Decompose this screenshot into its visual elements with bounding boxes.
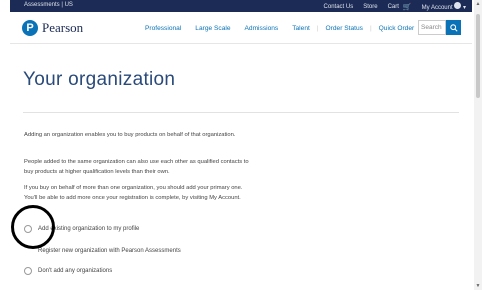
scroll-up-arrow-icon[interactable]: ▲	[474, 0, 482, 8]
option-register-new-organization[interactable]: Register new organization with Pearson A…	[24, 247, 181, 255]
search-icon	[449, 23, 458, 32]
search-button[interactable]	[446, 20, 461, 35]
multiple-organizations-paragraph: If you buy on behalf of more than one or…	[24, 185, 243, 201]
store-link[interactable]: Store	[363, 4, 377, 10]
nav-item-large-scale[interactable]: Large Scale	[188, 25, 237, 32]
utility-links: Contact Us Store Cart 🛒 My Account ▾	[324, 2, 466, 11]
nav-item-admissions[interactable]: Admissions	[238, 25, 286, 32]
nav-item-professional[interactable]: Professional	[138, 25, 188, 32]
search-input[interactable]: Search	[418, 20, 446, 35]
main-content: Your organization Adding an organization…	[10, 44, 472, 290]
region-selector[interactable]: Assessments | US	[24, 2, 73, 8]
scroll-down-arrow-icon[interactable]: ▼	[474, 282, 482, 290]
pearson-logo-icon: P	[22, 20, 38, 36]
option-label: Don't add any organizations	[38, 268, 113, 274]
utility-bar: Assessments | US Contact Us Store Cart 🛒…	[10, 0, 472, 12]
cart-link[interactable]: Cart	[388, 4, 399, 10]
contact-us-link[interactable]: Contact Us	[324, 4, 354, 10]
nav-item-quick-order[interactable]: Quick Order	[372, 25, 422, 32]
nav-item-order-status[interactable]: Order Status	[319, 25, 370, 32]
my-account-label: My Account	[421, 5, 453, 11]
chevron-down-icon: ▾	[462, 5, 466, 11]
click-highlight-ring	[11, 205, 55, 249]
page-title: Your organization	[23, 69, 176, 90]
qualified-contacts-paragraph: People added to the same organization ca…	[24, 159, 249, 175]
my-account-menu[interactable]: My Account ▾	[422, 2, 466, 11]
title-divider	[23, 112, 459, 113]
scrollbar-thumb[interactable]	[476, 14, 480, 98]
option-label: Register new organization with Pearson A…	[38, 248, 181, 254]
logo-text: Pearson	[42, 20, 84, 35]
main-navigation: P Pearson Professional Large Scale Admis…	[10, 12, 472, 44]
pearson-logo[interactable]: P Pearson	[22, 20, 83, 36]
nav-item-talent[interactable]: Talent	[285, 25, 317, 32]
intro-paragraph: Adding an organization enables you to bu…	[24, 132, 236, 138]
option-no-organization[interactable]: Don't add any organizations	[24, 267, 112, 275]
nav-menu: Professional Large Scale Admissions Tale…	[138, 25, 421, 32]
user-icon	[454, 2, 462, 9]
cart-icon[interactable]: 🛒	[403, 3, 412, 11]
radio-button[interactable]	[24, 267, 32, 275]
